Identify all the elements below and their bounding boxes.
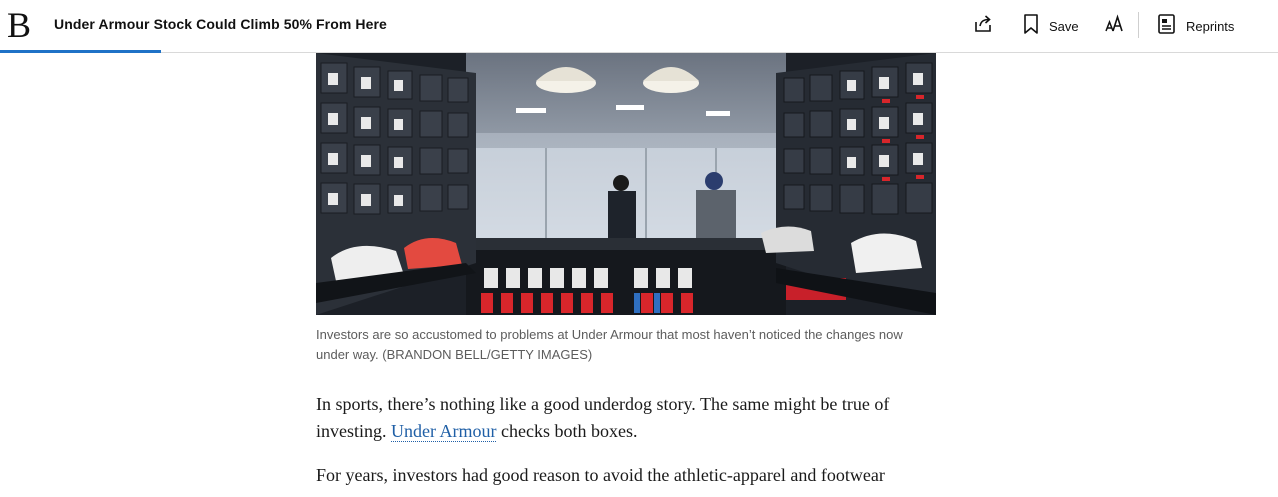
text-size-button[interactable] <box>1105 13 1125 40</box>
article-photo <box>316 53 936 315</box>
save-label: Save <box>1049 18 1079 34</box>
photo-caption: Investors are so accustomed to problems … <box>316 327 903 362</box>
reading-progress-bar <box>0 50 161 53</box>
article-body: Investors are so accustomed to problems … <box>316 53 936 489</box>
reprints-label: Reprints <box>1186 18 1235 34</box>
document-icon <box>1157 13 1177 40</box>
paragraph-2: For years, investors had good reason to … <box>316 465 885 485</box>
barrons-logo[interactable]: B <box>7 6 31 44</box>
paragraph-1: In sports, there’s nothing like a good u… <box>316 391 926 445</box>
under-armour-link[interactable]: Under Armour <box>391 421 497 442</box>
save-button[interactable]: Save <box>1022 13 1079 40</box>
text-size-icon <box>1105 13 1125 40</box>
share-icon <box>972 13 994 40</box>
reprints-button[interactable]: Reprints <box>1157 13 1235 40</box>
bookmark-icon <box>1022 13 1040 40</box>
store-interior-illustration <box>316 53 936 315</box>
top-bar: B Under Armour Stock Could Climb 50% Fro… <box>0 0 1278 53</box>
toolbar-divider <box>1138 12 1139 38</box>
share-button[interactable] <box>972 14 994 38</box>
paragraph-1-tail: checks both boxes. <box>496 421 638 441</box>
article-headline: Under Armour Stock Could Climb 50% From … <box>54 16 387 32</box>
